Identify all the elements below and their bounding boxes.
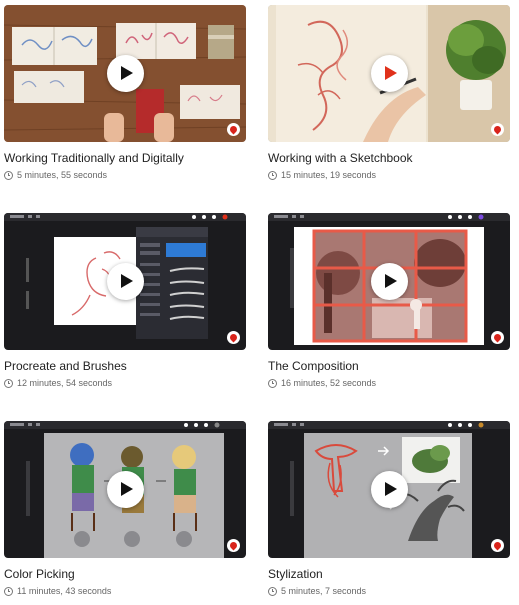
lesson-card[interactable]: Procreate and Brushes 12 minutes, 54 sec…	[4, 213, 246, 389]
clock-icon	[4, 587, 13, 596]
clock-icon	[268, 171, 277, 180]
lesson-title[interactable]: Procreate and Brushes	[4, 359, 246, 373]
lesson-card[interactable]: Working Traditionally and Digitally 5 mi…	[4, 5, 246, 181]
lesson-duration: 5 minutes, 7 seconds	[281, 586, 367, 596]
lesson-thumbnail[interactable]	[4, 5, 246, 142]
lesson-duration: 5 minutes, 55 seconds	[17, 170, 108, 180]
play-icon[interactable]	[371, 471, 408, 508]
brand-badge-icon	[227, 123, 240, 136]
clock-icon	[4, 379, 13, 388]
lesson-title[interactable]: The Composition	[268, 359, 510, 373]
lesson-duration-row: 12 minutes, 54 seconds	[4, 378, 246, 389]
play-icon[interactable]	[107, 55, 144, 92]
play-icon[interactable]	[107, 263, 144, 300]
brand-badge-icon	[227, 331, 240, 344]
lesson-duration: 15 minutes, 19 seconds	[281, 170, 377, 180]
brand-badge-icon	[491, 123, 504, 136]
lesson-duration-row: 5 minutes, 7 seconds	[268, 586, 510, 597]
lesson-duration: 11 minutes, 43 seconds	[17, 586, 112, 596]
lesson-thumbnail[interactable]	[268, 5, 510, 142]
lesson-card[interactable]: The Composition 16 minutes, 52 seconds	[268, 213, 510, 389]
lesson-title[interactable]: Working with a Sketchbook	[268, 151, 510, 165]
lesson-duration: 16 minutes, 52 seconds	[281, 378, 377, 388]
brand-badge-icon	[491, 539, 504, 552]
lesson-thumbnail[interactable]	[4, 213, 246, 350]
lesson-duration-row: 16 minutes, 52 seconds	[268, 378, 510, 389]
lesson-grid: Working Traditionally and Digitally 5 mi…	[0, 0, 519, 605]
lesson-thumbnail[interactable]	[4, 421, 246, 558]
lesson-card[interactable]: Stylization 5 minutes, 7 seconds	[268, 421, 510, 597]
lesson-title[interactable]: Working Traditionally and Digitally	[4, 151, 246, 165]
clock-icon	[268, 587, 277, 596]
lesson-thumbnail[interactable]	[268, 213, 510, 350]
brand-badge-icon	[491, 331, 504, 344]
lesson-duration-row: 11 minutes, 43 seconds	[4, 586, 246, 597]
lesson-title[interactable]: Stylization	[268, 567, 510, 581]
lesson-title[interactable]: Color Picking	[4, 567, 246, 581]
clock-icon	[4, 171, 13, 180]
lesson-card[interactable]: Working with a Sketchbook 15 minutes, 19…	[268, 5, 510, 181]
clock-icon	[268, 379, 277, 388]
lesson-duration-row: 5 minutes, 55 seconds	[4, 170, 246, 181]
lesson-thumbnail[interactable]	[268, 421, 510, 558]
brand-badge-icon	[227, 539, 240, 552]
play-icon[interactable]	[371, 55, 408, 92]
play-icon[interactable]	[107, 471, 144, 508]
lesson-duration: 12 minutes, 54 seconds	[17, 378, 113, 388]
lesson-duration-row: 15 minutes, 19 seconds	[268, 170, 510, 181]
play-icon[interactable]	[371, 263, 408, 300]
lesson-card[interactable]: Color Picking 11 minutes, 43 seconds	[4, 421, 246, 597]
